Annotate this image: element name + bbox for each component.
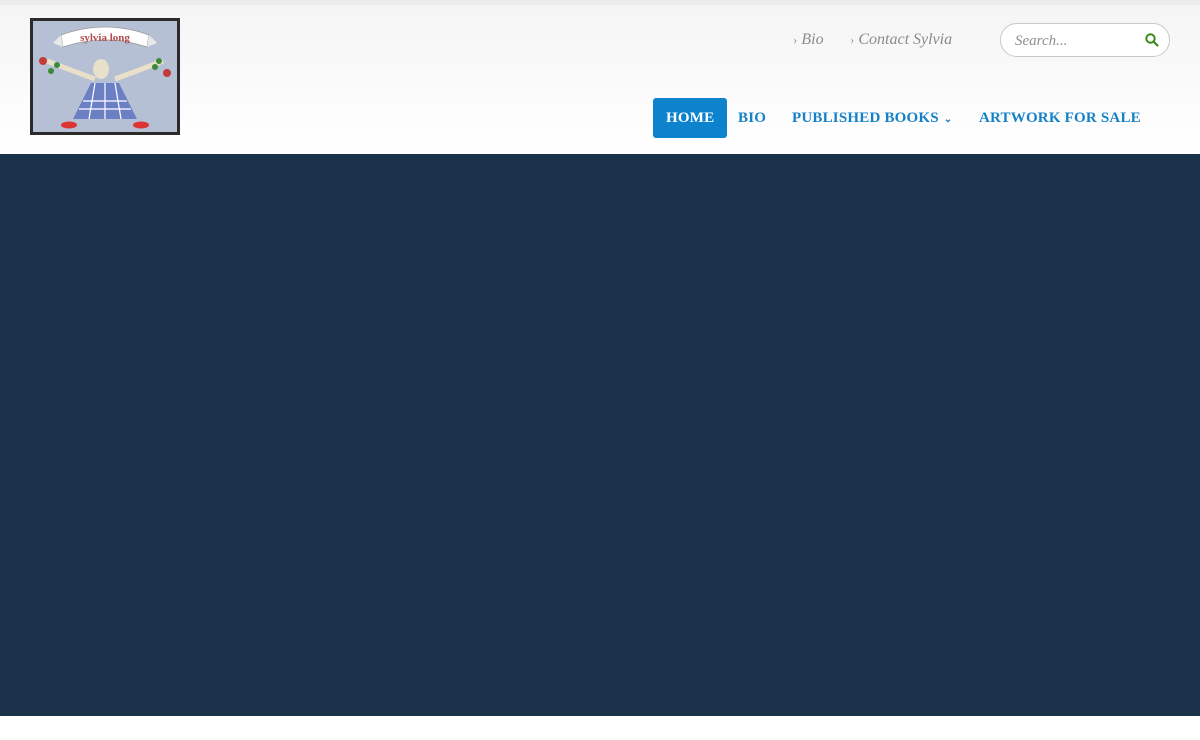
top-link-bio[interactable]: › Bio (793, 31, 824, 49)
site-logo[interactable]: sylvia long (30, 18, 180, 135)
nav-bio[interactable]: BIO (738, 98, 766, 138)
logo-text: sylvia long (80, 32, 130, 44)
nav-home[interactable]: HOME (653, 98, 728, 138)
nav-label: BIO (738, 110, 767, 126)
site-header: sylvia long › Bio › Contact Sylvia Searc… (0, 5, 1200, 154)
search-box (1000, 23, 1170, 57)
chevron-down-icon: ⌄ (943, 114, 953, 125)
search-icon[interactable] (1144, 32, 1160, 48)
top-link-label: Bio (801, 31, 824, 48)
hero-banner (0, 154, 1200, 716)
nav-label: HOME (666, 110, 715, 126)
top-link-contact[interactable]: › Contact Sylvia (850, 31, 952, 49)
search-input[interactable] (1013, 30, 1142, 52)
nav-label: PUBLISHED BOOKS (792, 110, 939, 126)
nav-published-books[interactable]: PUBLISHED BOOKS ⌄ (792, 98, 952, 138)
chevron-right-icon: › (850, 32, 855, 47)
top-link-label: Contact Sylvia (858, 31, 953, 48)
nav-artwork-for-sale[interactable]: ARTWORK FOR SALE (979, 98, 1141, 138)
logo-illustration: sylvia long (33, 21, 177, 132)
nav-label: ARTWORK FOR SALE (979, 110, 1141, 126)
chevron-right-icon: › (793, 32, 798, 47)
